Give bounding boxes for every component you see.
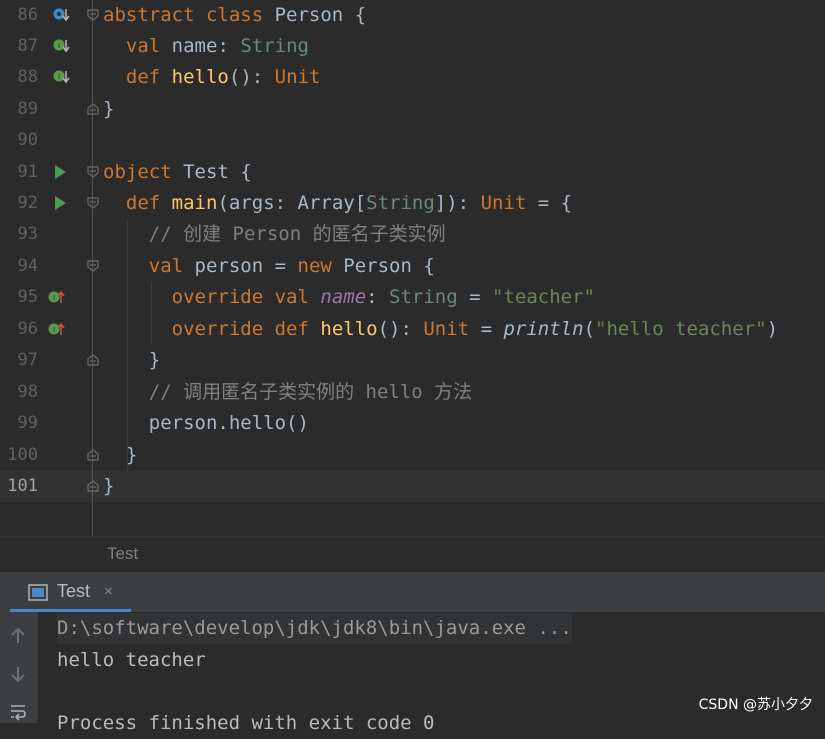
code-text: person.hello() — [148, 412, 309, 434]
implemented-by-icon[interactable]: I — [52, 37, 70, 55]
code-comment: // 创建 Person 的匿名子类实例 — [148, 223, 446, 245]
fold-close-icon[interactable] — [86, 479, 100, 493]
code-line-100: 100 } — [0, 440, 825, 471]
line-number: 90 — [17, 130, 38, 150]
code-line-90: 90 — [0, 125, 825, 156]
svg-text:I: I — [58, 73, 60, 81]
run-panel-header: Test × — [0, 572, 825, 612]
line-number: 101 — [7, 476, 38, 496]
code-line-98: 98 // 调用匿名子类实例的 hello 方法 — [0, 377, 825, 408]
code-text: val name: String — [125, 35, 309, 57]
code-line-93: 93 // 创建 Person 的匿名子类实例 — [0, 219, 825, 250]
code-text: def hello(): Unit — [125, 66, 321, 88]
line-number: 96 — [17, 319, 38, 339]
implemented-by-icon[interactable] — [52, 6, 70, 24]
line-number: 93 — [17, 224, 38, 244]
line-number: 99 — [17, 413, 38, 433]
fold-close-icon[interactable] — [86, 448, 100, 462]
line-number: 87 — [17, 36, 38, 56]
code-line-97: 97 } — [0, 345, 825, 376]
console-icon — [28, 584, 48, 601]
overrides-icon[interactable]: I — [47, 320, 65, 338]
code-editor[interactable]: 86 abstract class Person { 87 I val name… — [0, 0, 825, 536]
line-number: 86 — [17, 5, 38, 25]
run-tab-label: Test — [57, 581, 91, 601]
fold-open-icon[interactable] — [86, 196, 100, 210]
code-text: override val name: String = "teacher" — [171, 286, 595, 308]
fold-open-icon[interactable] — [86, 259, 100, 273]
run-icon[interactable] — [52, 194, 70, 212]
line-number: 97 — [17, 350, 38, 370]
soft-wrap-icon[interactable] — [8, 702, 28, 722]
code-line-86: 86 abstract class Person { — [0, 0, 825, 31]
svg-text:I: I — [53, 294, 55, 302]
line-number: 88 — [17, 67, 38, 87]
fold-close-icon[interactable] — [86, 102, 100, 116]
breadcrumb-item[interactable]: Test — [107, 544, 138, 564]
code-text: } — [148, 349, 161, 371]
run-icon[interactable] — [52, 163, 70, 181]
code-line-91: 91 object Test { — [0, 157, 825, 188]
console-toolbar — [0, 612, 38, 723]
console-output-line: hello teacher — [57, 649, 206, 671]
line-number: 89 — [17, 99, 38, 119]
fold-open-icon[interactable] — [86, 8, 100, 22]
code-line-99: 99 person.hello() — [0, 408, 825, 439]
svg-text:I: I — [58, 42, 60, 50]
scroll-down-icon[interactable] — [8, 664, 28, 684]
code-line-87: 87 I val name: String — [0, 31, 825, 62]
code-line-92: 92 def main(args: Array[String]): Unit =… — [0, 188, 825, 219]
line-number: 98 — [17, 382, 38, 402]
line-number: 92 — [17, 193, 38, 213]
code-line-89: 89 } — [0, 94, 825, 125]
code-line-95: 95 I override val name: String = "teache… — [0, 282, 825, 313]
close-tab-icon[interactable]: × — [104, 583, 113, 600]
code-text: object Test { — [103, 161, 252, 183]
run-tab[interactable]: Test × — [10, 572, 131, 612]
line-number: 95 — [17, 287, 38, 307]
code-text: override def hello(): Unit = println("he… — [171, 318, 779, 340]
implemented-by-icon[interactable]: I — [52, 68, 70, 86]
watermark: CSDN @苏小夕夕 — [698, 697, 813, 713]
code-text: } — [103, 98, 115, 120]
code-text: abstract class Person { — [103, 4, 367, 26]
code-text: } — [125, 444, 138, 466]
svg-text:I: I — [53, 326, 55, 334]
fold-close-icon[interactable] — [86, 353, 100, 367]
code-text: val person = new Person { — [148, 255, 435, 277]
fold-open-icon[interactable] — [86, 165, 100, 179]
breadcrumb: Test — [0, 536, 825, 573]
code-comment: // 调用匿名子类实例的 hello 方法 — [148, 381, 473, 403]
console-exit-line: Process finished with exit code 0 — [57, 712, 435, 734]
code-line-88: 88 I def hello(): Unit — [0, 62, 825, 93]
code-text: def main(args: Array[String]): Unit = { — [125, 192, 573, 214]
line-number: 100 — [7, 445, 38, 465]
code-text: } — [103, 475, 115, 497]
code-line-94: 94 val person = new Person { — [0, 251, 825, 282]
line-number: 91 — [17, 162, 38, 182]
code-line-101: 101 } — [0, 471, 825, 502]
line-number: 94 — [17, 256, 38, 276]
overrides-icon[interactable]: I — [47, 288, 65, 306]
console-command-line: D:\software\develop\jdk\jdk8\bin\java.ex… — [57, 613, 572, 644]
code-line-96: 96 I override def hello(): Unit = printl… — [0, 314, 825, 345]
scroll-up-icon[interactable] — [8, 626, 28, 646]
